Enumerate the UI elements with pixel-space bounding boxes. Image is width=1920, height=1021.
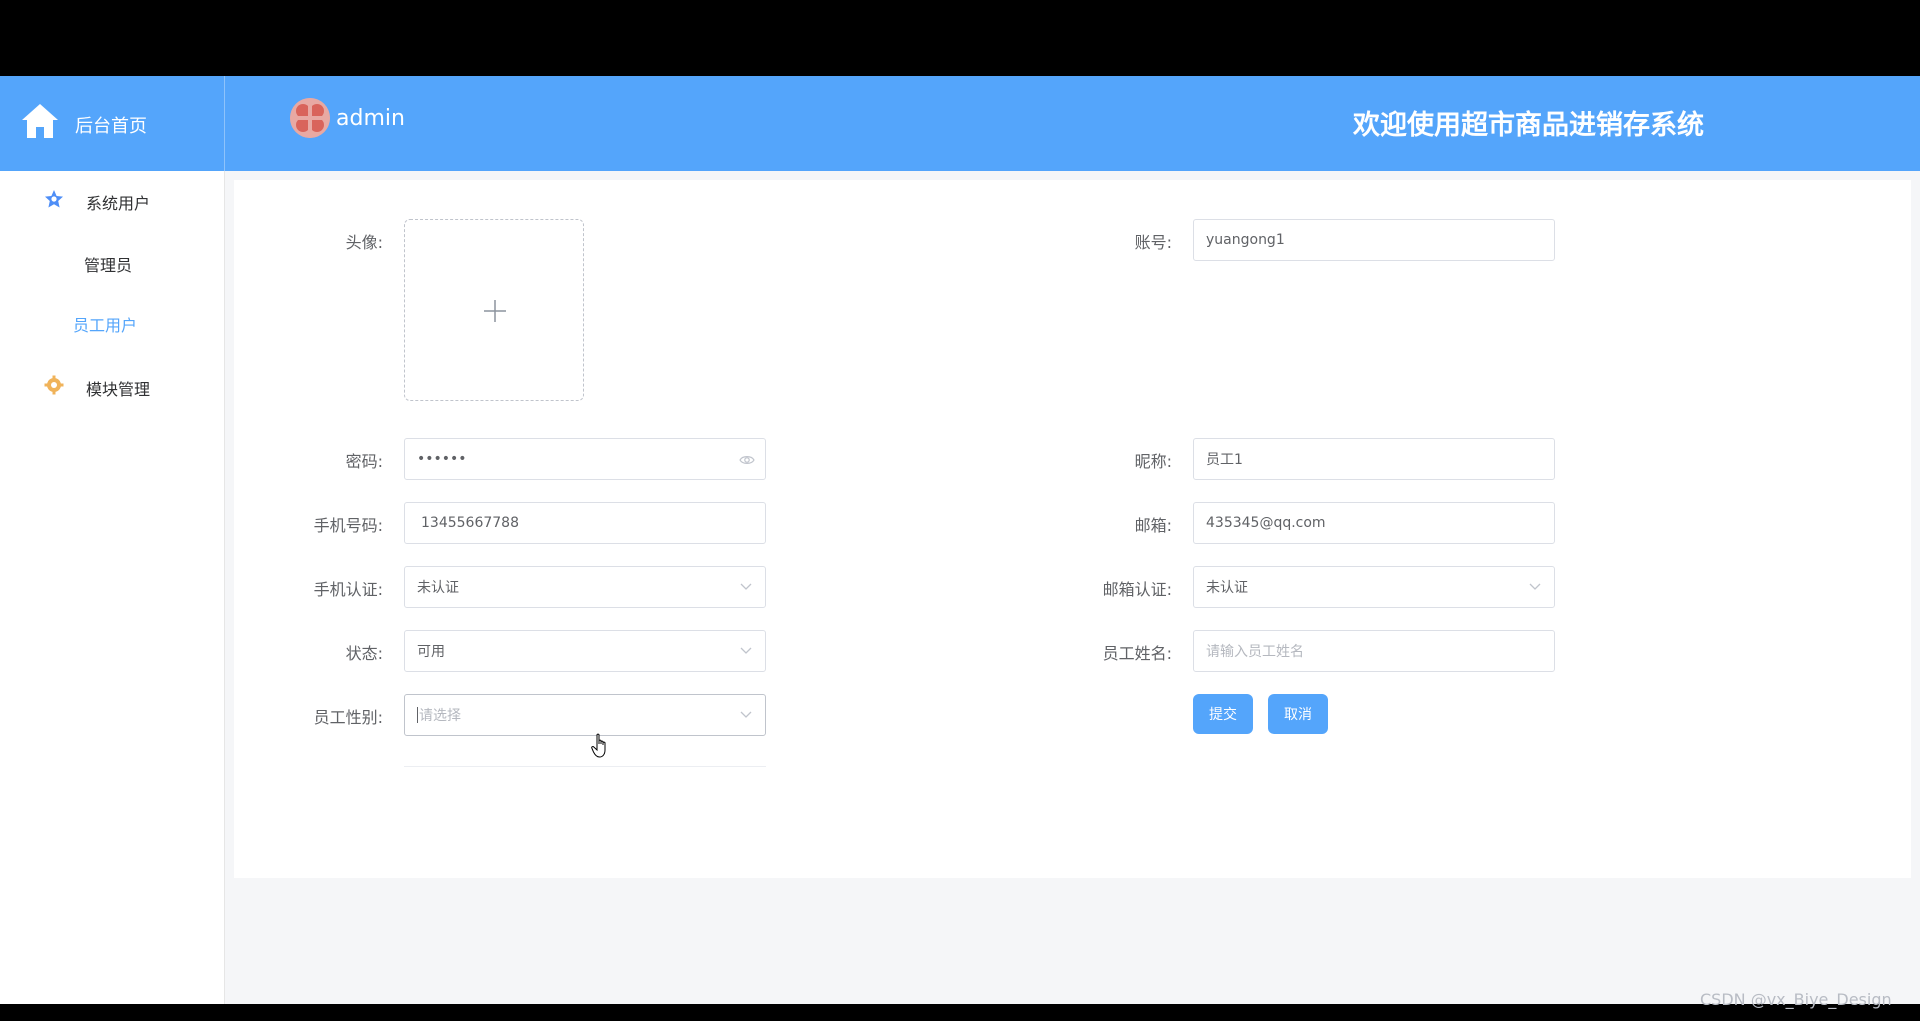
employee-name-label: 员工姓名: bbox=[1102, 644, 1172, 663]
phone-verify-label: 手机认证: bbox=[313, 580, 383, 599]
nickname-input[interactable]: 员工1 bbox=[1193, 438, 1555, 480]
app: 后台首页 admin 欢迎使用超市商品进销存系统 系统用户 管理员 员工用户 模… bbox=[0, 76, 1920, 1004]
bottom-black-bar bbox=[0, 1004, 1920, 1021]
email-verify-value: 未认证 bbox=[1206, 580, 1248, 596]
email-label: 邮箱: bbox=[1134, 516, 1172, 535]
welcome-title: 欢迎使用超市商品进销存系统 bbox=[1353, 110, 1704, 141]
email-input[interactable]: 435345@qq.com bbox=[1193, 502, 1555, 544]
watermark: CSDN @vx_Biye_Design bbox=[1700, 990, 1892, 1009]
email-verify-label: 邮箱认证: bbox=[1102, 580, 1172, 599]
phone-verify-select[interactable]: 未认证 bbox=[404, 566, 766, 608]
gender-label: 员工性别: bbox=[313, 708, 383, 727]
sidebar: 系统用户 管理员 员工用户 模块管理 bbox=[0, 171, 225, 1004]
text-caret bbox=[417, 707, 418, 723]
account-input[interactable]: yuangong1 bbox=[1193, 219, 1555, 261]
email-value: 435345@qq.com bbox=[1206, 515, 1326, 531]
password-label: 密码: bbox=[345, 452, 383, 471]
password-value: •••••• bbox=[417, 451, 467, 467]
employee-name-input[interactable]: 请输入员工姓名 bbox=[1193, 630, 1555, 672]
top-header: 后台首页 admin 欢迎使用超市商品进销存系统 bbox=[0, 76, 1920, 171]
avatar-label: 头像: bbox=[345, 233, 383, 252]
home-link[interactable]: 后台首页 bbox=[0, 76, 225, 171]
eye-icon[interactable] bbox=[739, 452, 755, 468]
sidebar-group-label: 系统用户 bbox=[86, 194, 151, 213]
chevron-down-icon bbox=[1529, 583, 1541, 590]
hand-cursor-icon bbox=[591, 733, 606, 758]
phone-label: 手机号码: bbox=[313, 516, 383, 535]
status-value: 可用 bbox=[417, 644, 445, 660]
status-select[interactable]: 可用 bbox=[404, 630, 766, 672]
account-label: 账号: bbox=[1134, 233, 1172, 252]
gear-icon bbox=[44, 375, 64, 395]
phone-verify-value: 未认证 bbox=[417, 580, 459, 596]
avatar-image bbox=[290, 98, 330, 138]
home-icon bbox=[22, 104, 58, 138]
avatar[interactable] bbox=[290, 98, 330, 138]
gender-select[interactable]: 请选择 bbox=[404, 694, 766, 736]
nickname-value: 员工1 bbox=[1206, 452, 1243, 468]
home-label: 后台首页 bbox=[75, 116, 147, 137]
chevron-down-icon bbox=[740, 583, 752, 590]
sidebar-item-employee-users[interactable]: 员工用户 bbox=[73, 312, 137, 336]
sidebar-group-label: 模块管理 bbox=[86, 380, 151, 399]
account-value: yuangong1 bbox=[1206, 232, 1285, 248]
top-black-bar bbox=[0, 0, 1920, 76]
phone-value: 13455667788 bbox=[421, 515, 519, 531]
gender-dropdown-panel[interactable] bbox=[404, 745, 766, 767]
avatar-upload[interactable] bbox=[404, 219, 584, 401]
password-input[interactable]: •••••• bbox=[404, 438, 766, 480]
cancel-button[interactable]: 取消 bbox=[1268, 694, 1328, 734]
phone-input[interactable]: 13455667788 bbox=[404, 502, 766, 544]
nickname-label: 昵称: bbox=[1134, 452, 1172, 471]
plus-icon bbox=[484, 300, 506, 322]
gender-placeholder: 请选择 bbox=[419, 708, 461, 724]
email-verify-select[interactable]: 未认证 bbox=[1193, 566, 1555, 608]
star-icon bbox=[45, 190, 63, 208]
chevron-down-icon bbox=[740, 647, 752, 654]
sidebar-item-admin[interactable]: 管理员 bbox=[84, 252, 132, 276]
chevron-down-icon bbox=[740, 711, 752, 718]
submit-button[interactable]: 提交 bbox=[1193, 694, 1253, 734]
admin-name[interactable]: admin bbox=[336, 106, 405, 131]
employee-name-placeholder: 请输入员工姓名 bbox=[1206, 644, 1304, 660]
status-label: 状态: bbox=[345, 644, 383, 663]
